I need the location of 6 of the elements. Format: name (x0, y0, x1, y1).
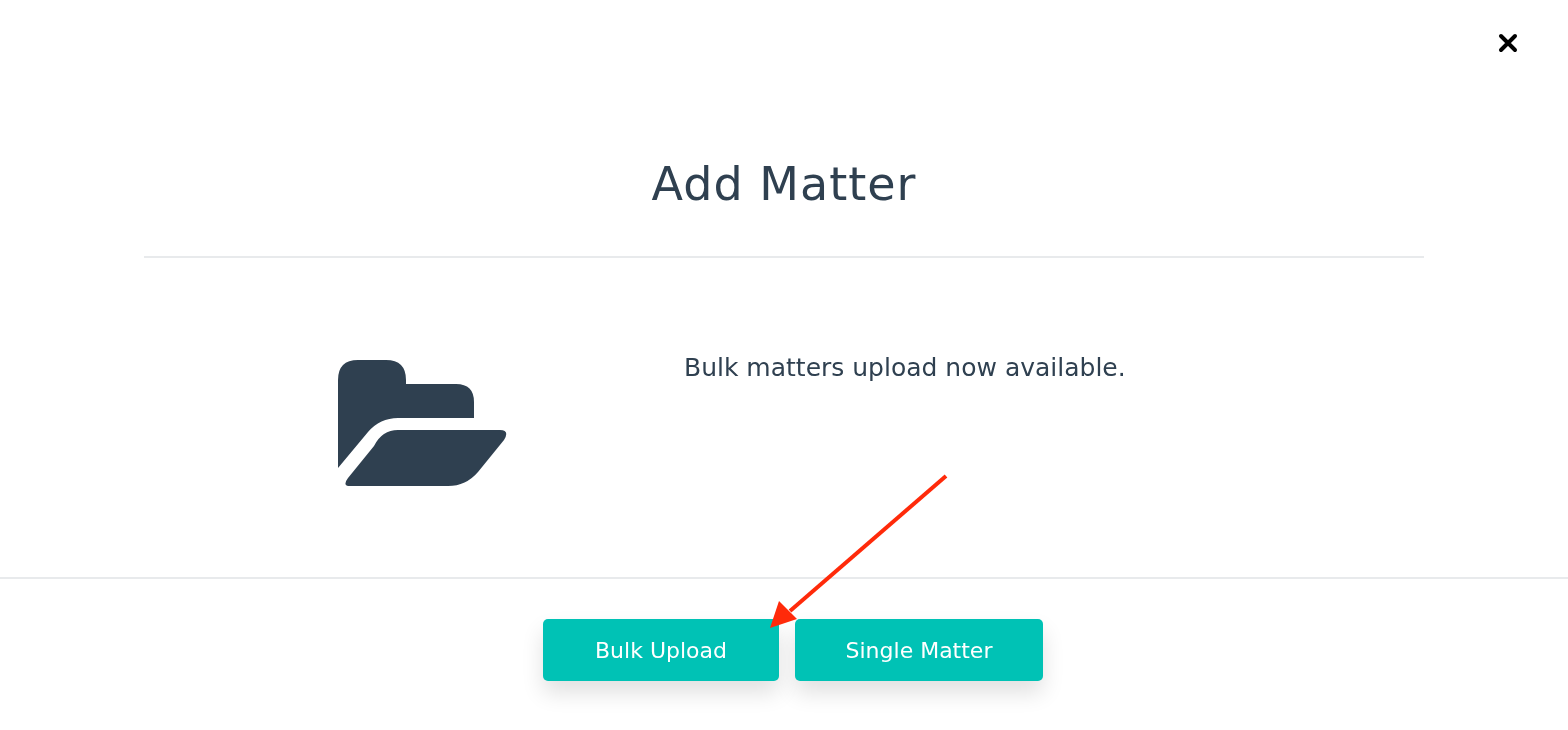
info-message: Bulk matters upload now available. (684, 352, 1126, 384)
action-button[interactable]: Single Matter (795, 619, 1043, 681)
dialog-title: Add Matter (650, 156, 918, 213)
folder-icon (338, 360, 508, 488)
close-icon[interactable] (1498, 33, 1518, 53)
action-button[interactable]: Bulk Upload (543, 619, 779, 681)
